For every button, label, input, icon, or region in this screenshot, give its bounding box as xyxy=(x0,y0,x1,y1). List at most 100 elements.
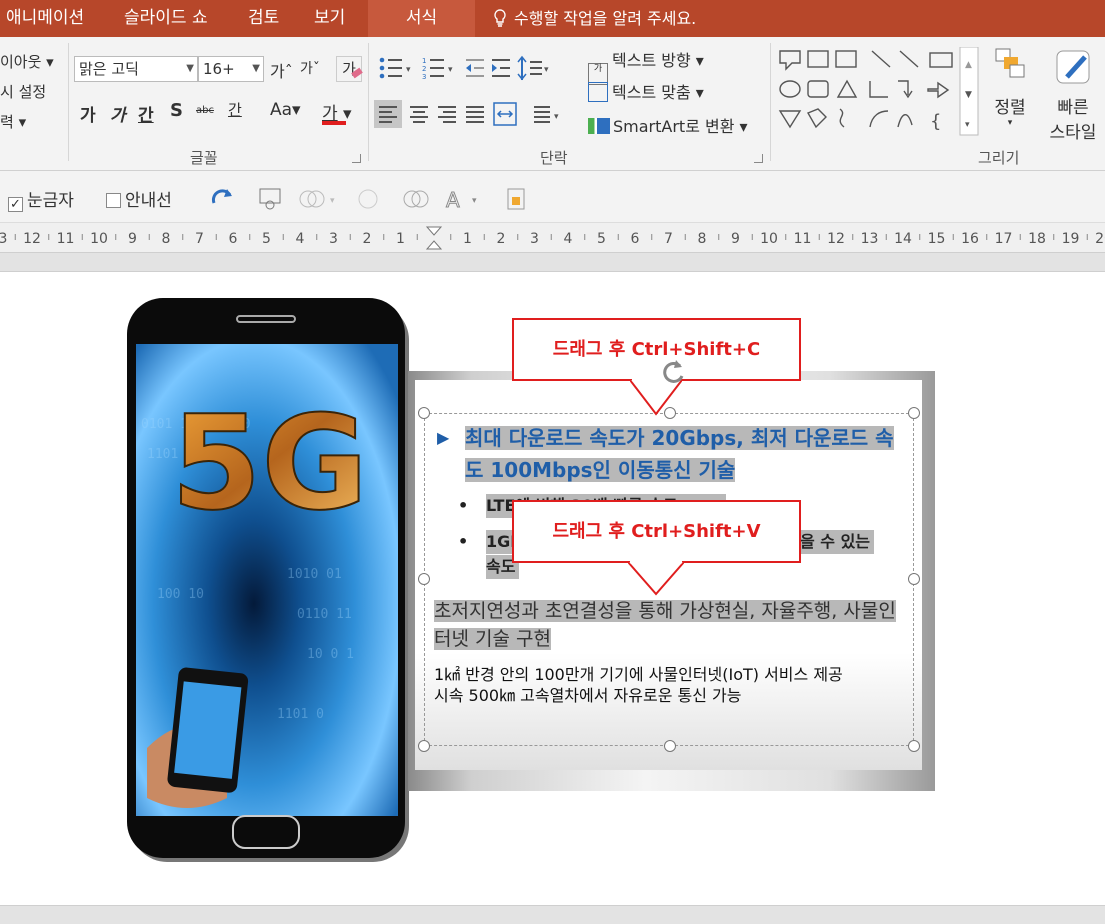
chevron-down-icon: ▼ xyxy=(252,63,260,74)
ruler-tick-label: 4 xyxy=(564,231,573,247)
strikethrough-button[interactable]: abc xyxy=(196,105,214,116)
paragraph-2-line-1: 1㎢ 반경 안의 100만개 기기에 사물인터넷(IoT) 서비스 제공 xyxy=(434,665,843,684)
quick-styles-button[interactable]: 빠른 스타일 xyxy=(1040,47,1105,147)
paragraph-2-line-2: 시속 500㎞ 고속열차에서 자유로운 통신 가능 xyxy=(434,686,742,705)
resize-handle-right[interactable] xyxy=(908,573,920,585)
guides-checkbox[interactable]: 안내선 xyxy=(106,186,172,211)
ruler-tick-label: 20 xyxy=(1095,231,1105,247)
resize-handle-br[interactable] xyxy=(908,740,920,752)
drawing-group-label: 그리기 xyxy=(978,149,1020,167)
ruler-tick-label: 6 xyxy=(631,231,640,247)
group-divider xyxy=(368,43,369,161)
ribbon-tab-bar: 애니메이션 슬라이드 쇼 검토 보기 서식 수행할 작업을 알려 주세요. xyxy=(0,0,1105,37)
quick-styles-label-2: 스타일 xyxy=(1049,123,1097,143)
svg-text:▼: ▼ xyxy=(965,90,972,100)
ruler-tick-label: 13 xyxy=(861,231,879,247)
list-indent-icons: ▾ 123 ▾ ▾ xyxy=(379,55,549,81)
svg-text:10 0 1: 10 0 1 xyxy=(307,647,354,662)
horizontal-ruler[interactable]: 1312111098765432112345678910111213141516… xyxy=(0,223,1105,253)
font-group-label: 글꼴 xyxy=(190,149,218,167)
resize-handle-bl[interactable] xyxy=(418,740,430,752)
svg-text:▾: ▾ xyxy=(554,112,559,122)
svg-text:0110 11: 0110 11 xyxy=(297,607,352,622)
svg-text:1010 01: 1010 01 xyxy=(287,567,342,582)
svg-text:1: 1 xyxy=(422,57,426,65)
ruler-tick-label: 9 xyxy=(731,231,740,247)
resize-handle-tr[interactable] xyxy=(908,407,920,419)
bullet-dot-icon: • xyxy=(458,532,469,551)
phone-5g-text: 5G xyxy=(171,387,368,539)
ruler-tick-label: 12 xyxy=(23,231,41,247)
smartphone-image: 0101 1010 01101101 01 1001 1010 010110 1… xyxy=(127,298,409,862)
shapes-gallery[interactable]: { ▲ ▼ ▾ xyxy=(776,47,986,139)
shrink-font-button[interactable]: 가ˇ xyxy=(300,58,320,78)
underline-button[interactable]: 간 xyxy=(138,101,154,126)
indent-marker-icon[interactable] xyxy=(425,226,443,250)
tab-animations[interactable]: 애니메이션 xyxy=(6,0,84,37)
font-name-combo[interactable]: 맑은 고딕 ▼ xyxy=(74,56,198,82)
italic-button[interactable]: 가 xyxy=(110,101,126,126)
char-spacing-button[interactable]: 간 xyxy=(228,99,242,120)
tab-review[interactable]: 검토 xyxy=(248,0,279,37)
font-name-value: 맑은 고딕 xyxy=(79,60,139,78)
tab-view[interactable]: 보기 xyxy=(314,0,345,37)
ruler-tick-label: 11 xyxy=(794,231,812,247)
font-dialog-launcher[interactable] xyxy=(352,154,361,163)
ruler-tick-label: 6 xyxy=(229,231,238,247)
align-text-label: 텍스트 맞춤 xyxy=(612,83,691,102)
paragraph-dialog-launcher[interactable] xyxy=(754,154,763,163)
section-button[interactable]: 력 ▾ xyxy=(0,111,26,132)
change-case-button[interactable]: Aa▾ xyxy=(270,100,301,120)
bold-button[interactable]: 가 xyxy=(80,101,96,126)
heading-text: 최대 다운로드 속도가 20Gbps, 최저 다운로드 속도 100Mbps인 … xyxy=(465,426,894,482)
tab-format[interactable]: 서식 xyxy=(368,0,475,37)
svg-text:3: 3 xyxy=(422,73,426,81)
rotate-handle-icon[interactable] xyxy=(658,356,688,386)
svg-text:▾: ▾ xyxy=(330,196,335,206)
smartart-icon xyxy=(588,118,610,134)
toolbar-icons: ▾ A ▾ xyxy=(211,188,525,213)
svg-text:▾: ▾ xyxy=(965,120,970,130)
tab-slide-show[interactable]: 슬라이드 쇼 xyxy=(124,0,208,37)
clear-format-button[interactable]: 가 xyxy=(336,56,363,82)
arrange-button[interactable]: 정렬 ▾ xyxy=(990,47,1030,147)
svg-text:▾: ▾ xyxy=(406,65,411,75)
group-divider xyxy=(68,43,69,161)
align-text-button[interactable]: 텍스트 맞춤 ▾ xyxy=(588,79,704,103)
quick-styles-icon xyxy=(1056,50,1090,84)
shadow-button[interactable]: S xyxy=(170,100,183,121)
svg-text:2: 2 xyxy=(422,65,426,73)
paragraph-2[interactable]: 1㎢ 반경 안의 100만개 기기에 사물인터넷(IoT) 서비스 제공 시속 … xyxy=(434,664,904,706)
paragraph-1[interactable]: 초저지연성과 초연결성을 통해 가상현실, 자율주행, 사물인터넷 기술 구현 xyxy=(434,597,904,653)
eraser-icon xyxy=(351,67,363,79)
layout-button[interactable]: 이아웃 ▾ xyxy=(0,51,54,72)
svg-text:A: A xyxy=(446,188,460,212)
lightbulb-icon xyxy=(494,9,506,27)
arrow-bullet-icon: ▶ xyxy=(437,428,450,447)
resize-handle-left[interactable] xyxy=(418,573,430,585)
ruler-tick-label: 5 xyxy=(597,231,606,247)
checkbox-checked-icon: ✓ xyxy=(8,197,23,212)
grow-font-button[interactable]: 가ˆ xyxy=(270,58,293,82)
paragraph-1-text: 초저지연성과 초연결성을 통해 가상현실, 자율주행, 사물인터넷 기술 구현 xyxy=(434,600,896,650)
font-color-swatch xyxy=(322,121,346,125)
ruler-tick-label: 5 xyxy=(262,231,271,247)
svg-text:▾: ▾ xyxy=(544,65,549,75)
bullet-2-text-b[interactable]: 을 수 있는 xyxy=(800,530,875,554)
chevron-down-icon: ▾ xyxy=(1007,118,1013,128)
guides-label: 안내선 xyxy=(125,191,172,211)
callout-copy-format[interactable]: 드래그 후 Ctrl+Shift+C xyxy=(512,318,801,381)
resize-handle-bottom[interactable] xyxy=(664,740,676,752)
ruler-tick-label: 10 xyxy=(760,231,778,247)
smartart-button[interactable]: SmartArt로 변환 ▾ xyxy=(588,113,748,137)
callout-copy-text: 드래그 후 Ctrl+Shift+C xyxy=(552,339,761,360)
ruler-checkbox[interactable]: ✓ 눈금자 xyxy=(8,186,74,212)
font-size-value: 16+ xyxy=(203,60,235,78)
reset-button[interactable]: 시 설정 xyxy=(0,81,46,102)
callout-paste-format[interactable]: 드래그 후 Ctrl+Shift+V xyxy=(512,500,801,563)
svg-text:{: { xyxy=(930,111,941,132)
font-color-button[interactable]: 가 ▾ xyxy=(322,99,352,125)
resize-handle-tl[interactable] xyxy=(418,407,430,419)
tell-me-box[interactable]: 수행할 작업을 알려 주세요. xyxy=(492,0,696,37)
font-size-combo[interactable]: 16+ ▼ xyxy=(198,56,264,82)
